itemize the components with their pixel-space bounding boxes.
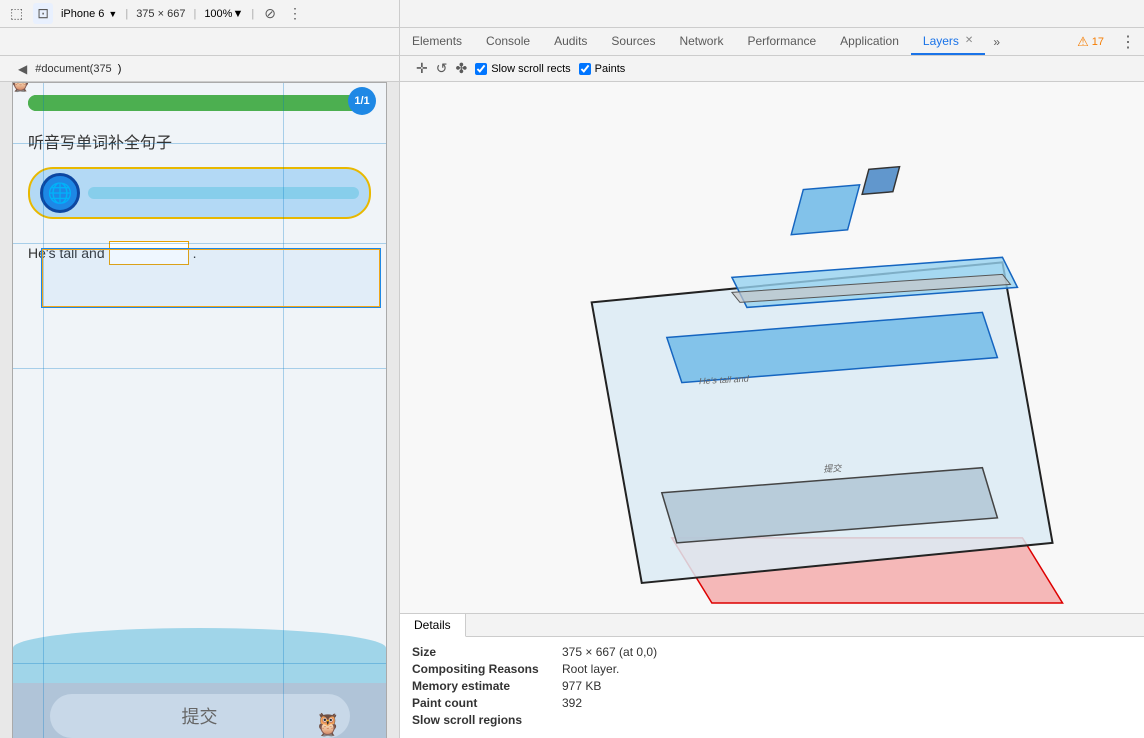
tab-elements[interactable]: Elements	[400, 28, 474, 55]
tab-sources[interactable]: Sources	[599, 28, 667, 55]
dimension-display: 375 × 667	[136, 8, 185, 20]
devtools-tabs-left	[0, 28, 400, 55]
move-tool-icon[interactable]: ✤	[455, 60, 467, 77]
devtools-tabs-right: Elements Console Audits Sources Network …	[400, 28, 1144, 55]
tabs-overflow[interactable]: »	[985, 35, 1008, 49]
separator: |	[125, 8, 128, 20]
inspect-icon[interactable]: ⊡	[33, 3, 53, 24]
tab-application[interactable]: Application	[828, 28, 911, 55]
slow-scroll-label: Slow scroll rects	[491, 63, 570, 75]
tab-layers-label: Layers	[923, 34, 959, 48]
paints-checkbox[interactable]: Paints	[579, 63, 626, 75]
audio-icon[interactable]: 🌐	[40, 173, 80, 213]
separator3: |	[251, 8, 254, 20]
slow-scroll-checkbox[interactable]: Slow scroll rects	[475, 63, 570, 75]
bottom-wave	[13, 628, 386, 688]
detail-memory-row: Memory estimate 977 KB	[412, 679, 1132, 693]
sentence-prefix: He's tall and	[28, 245, 105, 261]
detail-compositing-row: Compositing Reasons Root layer.	[412, 662, 1132, 676]
phone-content: 🦉 1/1 听音写单词补全句子 🌐	[13, 83, 386, 738]
audio-track	[88, 187, 359, 199]
layer-submit-label: 提交	[823, 462, 843, 474]
submit-button[interactable]: 提交 🦉	[50, 694, 350, 738]
secondary-toolbar: ◀ #document(375 ) ✛ ↺ ✤ Slow scroll rect…	[0, 56, 1144, 82]
audio-player[interactable]: 🌐	[28, 167, 371, 219]
detail-memory-val: 977 KB	[562, 679, 601, 693]
detail-paint-val: 392	[562, 696, 582, 710]
progress-section: 🦉 1/1	[13, 83, 386, 121]
layers-svg: He's tall and 提交	[400, 82, 1144, 613]
detail-scroll-key: Slow scroll regions	[412, 713, 562, 727]
sentence-suffix: .	[193, 245, 197, 261]
phone-frame: 🦉 1/1 听音写单词补全句子 🌐	[12, 82, 387, 738]
detail-compositing-val: Root layer.	[562, 662, 619, 676]
details-panel: Details Size 375 × 667 (at 0,0) Composit…	[400, 613, 1144, 738]
layers-canvas[interactable]: He's tall and 提交	[400, 82, 1144, 613]
detail-scroll-row: Slow scroll regions	[412, 713, 1132, 727]
mobile-toggle-icon[interactable]: ⬚	[8, 3, 25, 24]
breadcrumb-suffix: )	[118, 63, 122, 75]
device-toolbar: ⬚ ⊡ iPhone 6 ▼ | 375 × 667 | 100%▼ | ⊘ ⋮	[0, 0, 400, 27]
tab-layers[interactable]: Layers ✕	[911, 28, 985, 55]
top-toolbar: ⬚ ⊡ iPhone 6 ▼ | 375 × 667 | 100%▼ | ⊘ ⋮	[0, 0, 1144, 28]
tab-layers-close[interactable]: ✕	[965, 35, 973, 46]
detail-compositing-key: Compositing Reasons	[412, 662, 562, 676]
device-selector[interactable]: iPhone 6 ▼	[61, 8, 117, 20]
more-options-icon[interactable]: ⋮	[286, 3, 304, 24]
back-icon[interactable]: ◀	[16, 60, 29, 78]
submit-area: 提交 🦉	[13, 683, 386, 738]
device-chevron: ▼	[108, 9, 117, 19]
progress-owl-icon: 🦉	[12, 82, 33, 94]
warning-count: 17	[1092, 36, 1104, 48]
paints-input[interactable]	[579, 63, 591, 75]
lesson-title: 听音写单词补全句子	[13, 121, 386, 161]
fill-blank-input[interactable]	[109, 241, 189, 265]
detail-size-val: 375 × 667 (at 0,0)	[562, 645, 657, 659]
layer-main	[592, 262, 1053, 583]
main-content: 🦉 1/1 听音写单词补全句子 🌐	[0, 82, 1144, 738]
devtools-tabs: Elements Console Audits Sources Network …	[0, 28, 1144, 56]
rotate-tool-icon[interactable]: ↺	[436, 60, 448, 77]
breadcrumb-area: ◀ #document(375 )	[8, 56, 400, 81]
warning-badge[interactable]: ⚠ 17	[1069, 34, 1112, 50]
detail-paint-key: Paint count	[412, 696, 562, 710]
no-throttle-icon: ⊘	[262, 3, 278, 24]
audio-icon-glyph: 🌐	[48, 181, 73, 206]
progress-fill	[28, 95, 354, 111]
devtools-more-button[interactable]: ⋮	[1112, 32, 1144, 52]
detail-size-row: Size 375 × 667 (at 0,0)	[412, 645, 1132, 659]
layer-top-left	[791, 185, 859, 235]
details-content: Size 375 × 667 (at 0,0) Compositing Reas…	[400, 637, 1144, 738]
grid-line-h3	[13, 368, 386, 369]
breadcrumb[interactable]: #document(375	[35, 63, 111, 75]
tab-network[interactable]: Network	[667, 28, 735, 55]
pan-tool-icon[interactable]: ✛	[416, 60, 428, 77]
layers-panel: He's tall and 提交 Details Size 375 × 667 …	[400, 82, 1144, 738]
tab-console[interactable]: Console	[474, 28, 542, 55]
details-tab-details[interactable]: Details	[400, 614, 466, 637]
separator2: |	[193, 8, 196, 20]
progress-bar: 1/1	[28, 95, 371, 111]
device-name: iPhone 6	[61, 8, 104, 20]
detail-paint-row: Paint count 392	[412, 696, 1132, 710]
submit-owl-icon: 🦉	[314, 712, 341, 738]
phone-preview-panel: 🦉 1/1 听音写单词补全句子 🌐	[0, 82, 400, 738]
paints-label: Paints	[595, 63, 626, 75]
slow-scroll-input[interactable]	[475, 63, 487, 75]
warning-icon: ⚠	[1077, 34, 1089, 50]
layer-tools: ✛ ↺ ✤ Slow scroll rects Paints	[408, 60, 633, 77]
details-tabs: Details	[400, 614, 1144, 637]
layer-badge	[862, 167, 899, 195]
detail-size-key: Size	[412, 645, 562, 659]
progress-badge: 1/1	[348, 87, 376, 115]
fill-sentence: He's tall and .	[13, 225, 386, 281]
zoom-selector[interactable]: 100%▼	[204, 8, 243, 20]
tab-performance[interactable]: Performance	[735, 28, 828, 55]
tab-audits[interactable]: Audits	[542, 28, 599, 55]
detail-memory-key: Memory estimate	[412, 679, 562, 693]
